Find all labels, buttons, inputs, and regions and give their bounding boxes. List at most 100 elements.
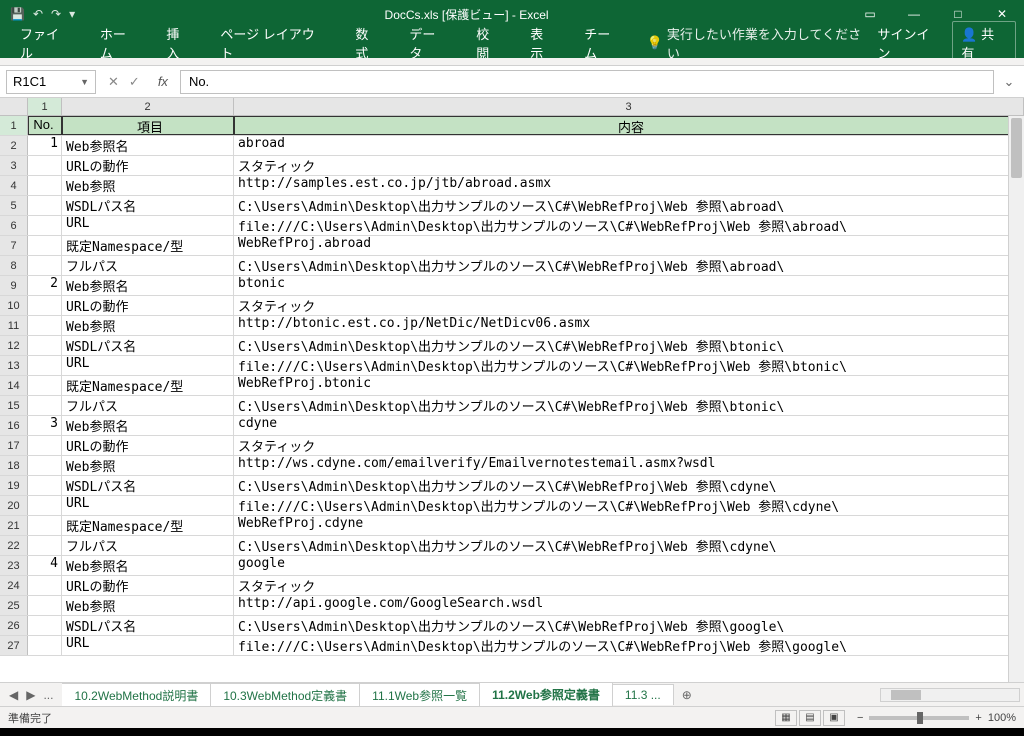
enter-icon[interactable]: ✓ <box>129 74 140 90</box>
cell-no[interactable] <box>28 616 62 635</box>
sheet-tab-11-3[interactable]: 11.3 ... <box>613 684 674 705</box>
zoom-slider-knob[interactable] <box>917 712 923 724</box>
sheet-nav-prev-icon[interactable]: ◀ <box>6 688 21 702</box>
row-header[interactable]: 2 <box>0 136 28 155</box>
cell-item[interactable]: Web参照 <box>62 176 234 195</box>
fx-icon[interactable]: fx <box>152 74 174 89</box>
cell-item[interactable]: Web参照 <box>62 456 234 475</box>
header-cell-content[interactable]: 内容 <box>234 116 1024 135</box>
row-header[interactable]: 11 <box>0 316 28 335</box>
zoom-out-icon[interactable]: − <box>857 712 863 724</box>
cell-no[interactable] <box>28 156 62 175</box>
row-header[interactable]: 4 <box>0 176 28 195</box>
cell-item[interactable]: フルパス <box>62 396 234 415</box>
row-header[interactable]: 10 <box>0 296 28 315</box>
cell-no[interactable] <box>28 336 62 355</box>
cell-content[interactable]: cdyne <box>234 416 1024 435</box>
cell-no[interactable]: 1 <box>28 136 62 155</box>
tell-me-box[interactable]: 💡 実行したい作業を入力してください <box>647 24 874 62</box>
cell-no[interactable] <box>28 396 62 415</box>
row-header[interactable]: 8 <box>0 256 28 275</box>
cell-content[interactable]: C:\Users\Admin\Desktop\出力サンプルのソース\C#\Web… <box>234 616 1024 635</box>
cell-item[interactable]: 既定Namespace/型 <box>62 376 234 395</box>
cell-no[interactable] <box>28 576 62 595</box>
cell-no[interactable]: 4 <box>28 556 62 575</box>
cell-content[interactable]: http://btonic.est.co.jp/NetDic/NetDicv06… <box>234 316 1024 335</box>
cell-item[interactable]: Web参照 <box>62 596 234 615</box>
cell-item[interactable]: フルパス <box>62 536 234 555</box>
row-header[interactable]: 14 <box>0 376 28 395</box>
cell-no[interactable]: 3 <box>28 416 62 435</box>
cell-content[interactable]: http://api.google.com/GoogleSearch.wsdl <box>234 596 1024 615</box>
cell-item[interactable]: URL <box>62 356 234 375</box>
select-all-corner[interactable] <box>0 98 28 115</box>
cell-content[interactable]: スタティック <box>234 576 1024 595</box>
row-header[interactable]: 22 <box>0 536 28 555</box>
cell-no[interactable] <box>28 236 62 255</box>
cell-content[interactable]: スタティック <box>234 436 1024 455</box>
row-header[interactable]: 21 <box>0 516 28 535</box>
row-header[interactable]: 16 <box>0 416 28 435</box>
cell-no[interactable] <box>28 636 62 655</box>
row-header[interactable]: 17 <box>0 436 28 455</box>
cell-no[interactable] <box>28 256 62 275</box>
row-header[interactable]: 23 <box>0 556 28 575</box>
cell-content[interactable]: C:\Users\Admin\Desktop\出力サンプルのソース\C#\Web… <box>234 476 1024 495</box>
undo-icon[interactable]: ↶ <box>33 7 43 21</box>
add-sheet-icon[interactable]: ⊕ <box>674 688 700 702</box>
cell-item[interactable]: URLの動作 <box>62 156 234 175</box>
sheet-nav-ellipsis[interactable]: ... <box>40 688 56 702</box>
sheet-nav-next-icon[interactable]: ▶ <box>23 688 38 702</box>
formula-expand-icon[interactable]: ⌄ <box>1000 74 1018 90</box>
col-header-1[interactable]: 1 <box>28 98 62 115</box>
col-header-2[interactable]: 2 <box>62 98 234 115</box>
cell-item[interactable]: URLの動作 <box>62 576 234 595</box>
cell-no[interactable] <box>28 356 62 375</box>
row-header[interactable]: 26 <box>0 616 28 635</box>
row-header[interactable]: 13 <box>0 356 28 375</box>
cell-no[interactable] <box>28 496 62 515</box>
cell-no[interactable] <box>28 536 62 555</box>
cell-item[interactable]: URL <box>62 636 234 655</box>
cell-item[interactable]: URLの動作 <box>62 436 234 455</box>
view-pagelayout-icon[interactable]: ▤ <box>799 710 821 726</box>
zoom-in-icon[interactable]: + <box>975 712 981 724</box>
cell-item[interactable]: 既定Namespace/型 <box>62 516 234 535</box>
row-header[interactable]: 15 <box>0 396 28 415</box>
cell-content[interactable]: C:\Users\Admin\Desktop\出力サンプルのソース\C#\Web… <box>234 196 1024 215</box>
row-header[interactable]: 7 <box>0 236 28 255</box>
cell-content[interactable]: btonic <box>234 276 1024 295</box>
hscroll-thumb[interactable] <box>891 690 921 700</box>
cell-content[interactable]: C:\Users\Admin\Desktop\出力サンプルのソース\C#\Web… <box>234 256 1024 275</box>
name-box[interactable]: R1C1 ▼ <box>6 70 96 94</box>
view-normal-icon[interactable]: ▦ <box>775 710 797 726</box>
cell-item[interactable]: Web参照名 <box>62 136 234 155</box>
cell-content[interactable]: スタティック <box>234 156 1024 175</box>
row-header[interactable]: 5 <box>0 196 28 215</box>
cell-content[interactable]: C:\Users\Admin\Desktop\出力サンプルのソース\C#\Web… <box>234 336 1024 355</box>
sheet-tab-10-2[interactable]: 10.2WebMethod説明書 <box>62 683 211 707</box>
cell-item[interactable]: フルパス <box>62 256 234 275</box>
cell-no[interactable] <box>28 296 62 315</box>
cell-item[interactable]: Web参照名 <box>62 416 234 435</box>
cell-item[interactable]: Web参照 <box>62 316 234 335</box>
row-header[interactable]: 19 <box>0 476 28 495</box>
cell-content[interactable]: C:\Users\Admin\Desktop\出力サンプルのソース\C#\Web… <box>234 536 1024 555</box>
cell-no[interactable] <box>28 376 62 395</box>
cell-content[interactable]: file:///C:\Users\Admin\Desktop\出力サンプルのソー… <box>234 356 1024 375</box>
view-pagebreak-icon[interactable]: ▣ <box>823 710 845 726</box>
cell-content[interactable]: file:///C:\Users\Admin\Desktop\出力サンプルのソー… <box>234 636 1024 655</box>
cell-content[interactable]: abroad <box>234 136 1024 155</box>
cell-content[interactable]: google <box>234 556 1024 575</box>
row-header[interactable]: 12 <box>0 336 28 355</box>
cell-item[interactable]: Web参照名 <box>62 276 234 295</box>
cell-item[interactable]: WSDLパス名 <box>62 336 234 355</box>
cell-content[interactable]: http://samples.est.co.jp/jtb/abroad.asmx <box>234 176 1024 195</box>
cell-content[interactable]: WebRefProj.btonic <box>234 376 1024 395</box>
header-cell-item[interactable]: 項目 <box>62 116 234 135</box>
vertical-scrollbar[interactable] <box>1008 116 1024 682</box>
row-header[interactable]: 9 <box>0 276 28 295</box>
cell-item[interactable]: WSDLパス名 <box>62 476 234 495</box>
signin-link[interactable]: サインイン <box>878 24 943 62</box>
cell-no[interactable] <box>28 516 62 535</box>
